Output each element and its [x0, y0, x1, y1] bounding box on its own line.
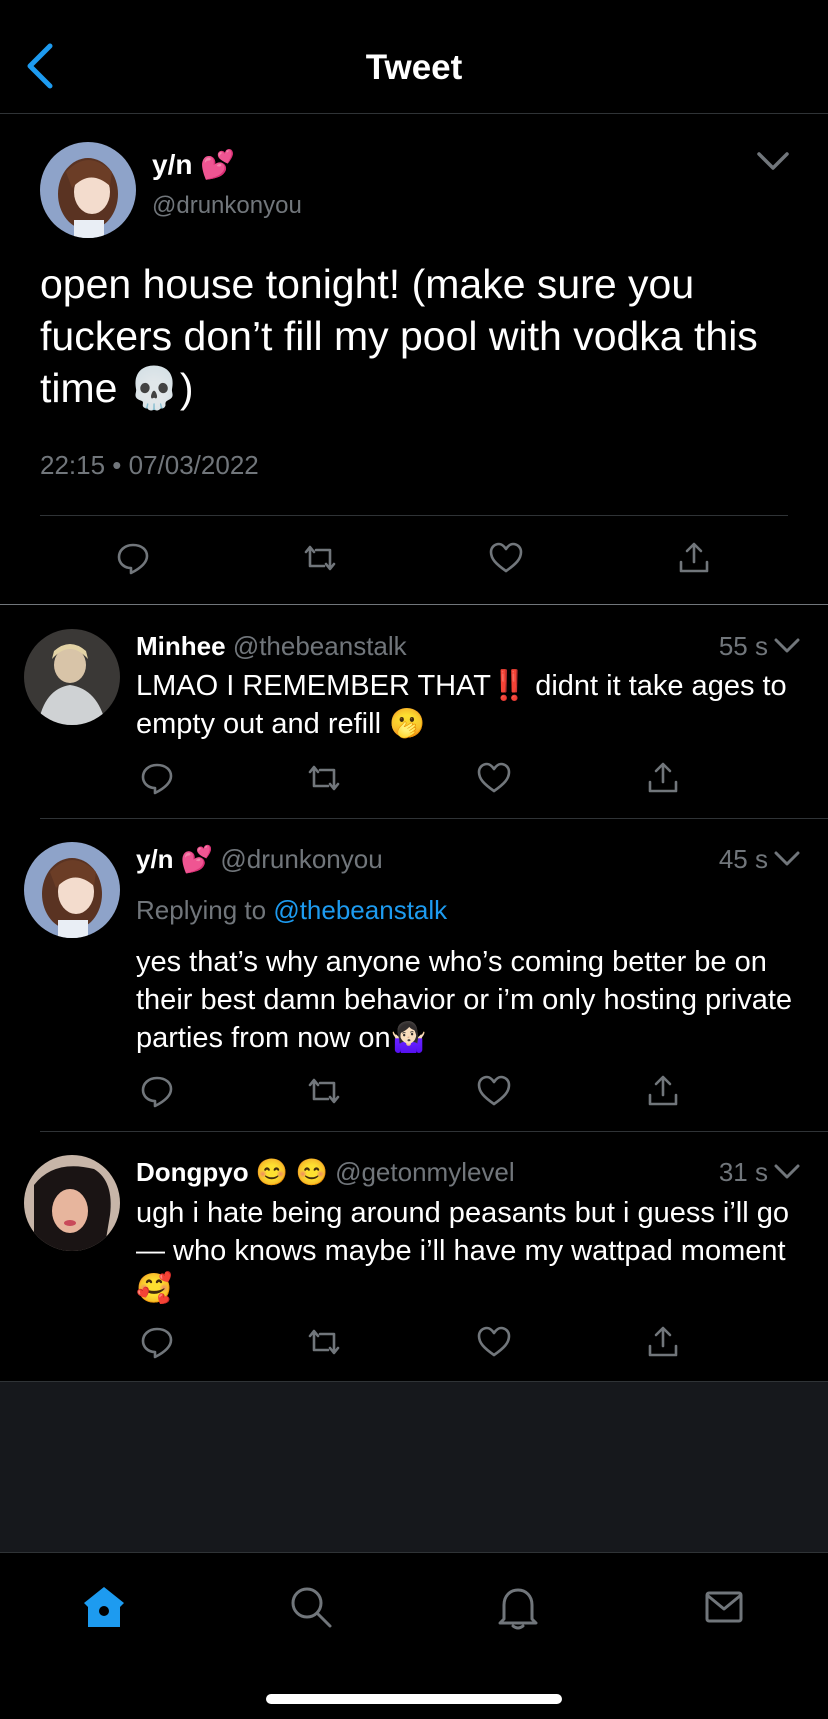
search-icon: [291, 1587, 332, 1628]
author-handle[interactable]: @thebeanstalk: [233, 631, 407, 661]
retweet-button[interactable]: [306, 1073, 342, 1109]
more-options-button[interactable]: [756, 150, 790, 172]
share-button[interactable]: [645, 1073, 681, 1109]
page-title: Tweet: [365, 48, 463, 87]
reply-tweet[interactable]: Minhee @thebeanstalk 55 s LMAO I REMEMBE…: [0, 605, 828, 818]
empty-area: [0, 1382, 828, 1552]
chevron-down-icon: [757, 152, 789, 170]
retweet-button[interactable]: [302, 540, 338, 576]
tweet-text: open house tonight! (make sure you fucke…: [40, 261, 758, 411]
mention-link[interactable]: @thebeanstalk: [273, 895, 447, 925]
retweet-button[interactable]: [306, 760, 342, 796]
share-icon: [679, 542, 709, 573]
like-button[interactable]: [476, 1073, 512, 1109]
reply-button[interactable]: [139, 1324, 175, 1360]
share-button[interactable]: [676, 540, 712, 576]
author-name[interactable]: y/n 💕: [152, 148, 235, 181]
like-icon: [489, 542, 523, 573]
retweet-icon: [308, 1329, 340, 1355]
like-icon: [477, 762, 511, 793]
like-button[interactable]: [476, 1324, 512, 1360]
reply-time: 31 s: [718, 1157, 768, 1187]
replying-to: Replying to @thebeanstalk: [136, 895, 448, 925]
tweet-actions: [0, 516, 828, 604]
author-name[interactable]: Dongpyo 😊 😊: [136, 1157, 328, 1187]
author-handle[interactable]: @getonmylevel: [335, 1157, 515, 1187]
reply-button[interactable]: [115, 540, 151, 576]
like-button[interactable]: [476, 760, 512, 796]
chevron-down-icon: [774, 1164, 800, 1179]
tab-messages[interactable]: [700, 1583, 748, 1631]
chevron-down-icon: [774, 851, 800, 866]
reply-icon: [141, 763, 173, 795]
home-icon: [84, 1587, 124, 1627]
home-indicator[interactable]: [266, 1694, 562, 1704]
avatar[interactable]: [24, 1155, 120, 1251]
more-options-button[interactable]: [774, 637, 800, 655]
top-bar: Tweet: [0, 0, 828, 114]
share-icon: [648, 1326, 678, 1357]
avatar[interactable]: [24, 629, 120, 725]
notifications-icon: [498, 1588, 538, 1630]
more-options-button[interactable]: [774, 1163, 800, 1181]
avatar[interactable]: [40, 142, 136, 238]
reply-button[interactable]: [139, 1073, 175, 1109]
like-icon: [477, 1326, 511, 1357]
reply-time: 55 s: [718, 631, 768, 661]
more-options-button[interactable]: [774, 850, 800, 868]
author-handle[interactable]: @drunkonyou: [152, 192, 302, 220]
reply-text: ugh i hate being around peasants but i g…: [136, 1197, 789, 1305]
like-icon: [477, 1075, 511, 1106]
tab-home[interactable]: [80, 1583, 128, 1631]
reply-time: 45 s: [718, 844, 768, 874]
author-handle[interactable]: @drunkonyou: [220, 844, 382, 874]
messages-icon: [705, 1591, 743, 1623]
reply-icon: [141, 1327, 173, 1359]
reply-button[interactable]: [139, 760, 175, 796]
reply-text: LMAO I REMEMBER THAT‼️ didnt it take age…: [136, 670, 787, 740]
reply-text: yes that’s why anyone who’s coming bette…: [136, 946, 793, 1054]
share-button[interactable]: [645, 760, 681, 796]
reply-icon: [117, 543, 149, 575]
share-button[interactable]: [645, 1324, 681, 1360]
retweet-button[interactable]: [306, 1324, 342, 1360]
retweet-icon: [308, 765, 340, 791]
tweet-timestamp: 22:15 • 07/03/2022: [40, 450, 259, 480]
tab-notifications[interactable]: [494, 1583, 542, 1631]
tab-search[interactable]: [287, 1583, 335, 1631]
reply-tweet[interactable]: y/n 💕 @drunkonyou 45 s Replying to @theb…: [0, 819, 828, 1131]
like-button[interactable]: [488, 540, 524, 576]
avatar[interactable]: [24, 842, 120, 938]
reply-tweet[interactable]: Dongpyo 😊 😊 @getonmylevel 31 s ugh i hat…: [0, 1132, 828, 1382]
retweet-icon: [308, 1078, 340, 1104]
retweet-icon: [304, 545, 336, 571]
reply-icon: [141, 1076, 173, 1108]
author-name[interactable]: y/n 💕: [136, 844, 213, 874]
chevron-down-icon: [774, 638, 800, 653]
share-icon: [648, 762, 678, 793]
share-icon: [648, 1075, 678, 1106]
main-tweet: y/n 💕 @drunkonyou open house tonight! (m…: [0, 114, 828, 605]
author-name[interactable]: Minhee: [136, 631, 226, 661]
